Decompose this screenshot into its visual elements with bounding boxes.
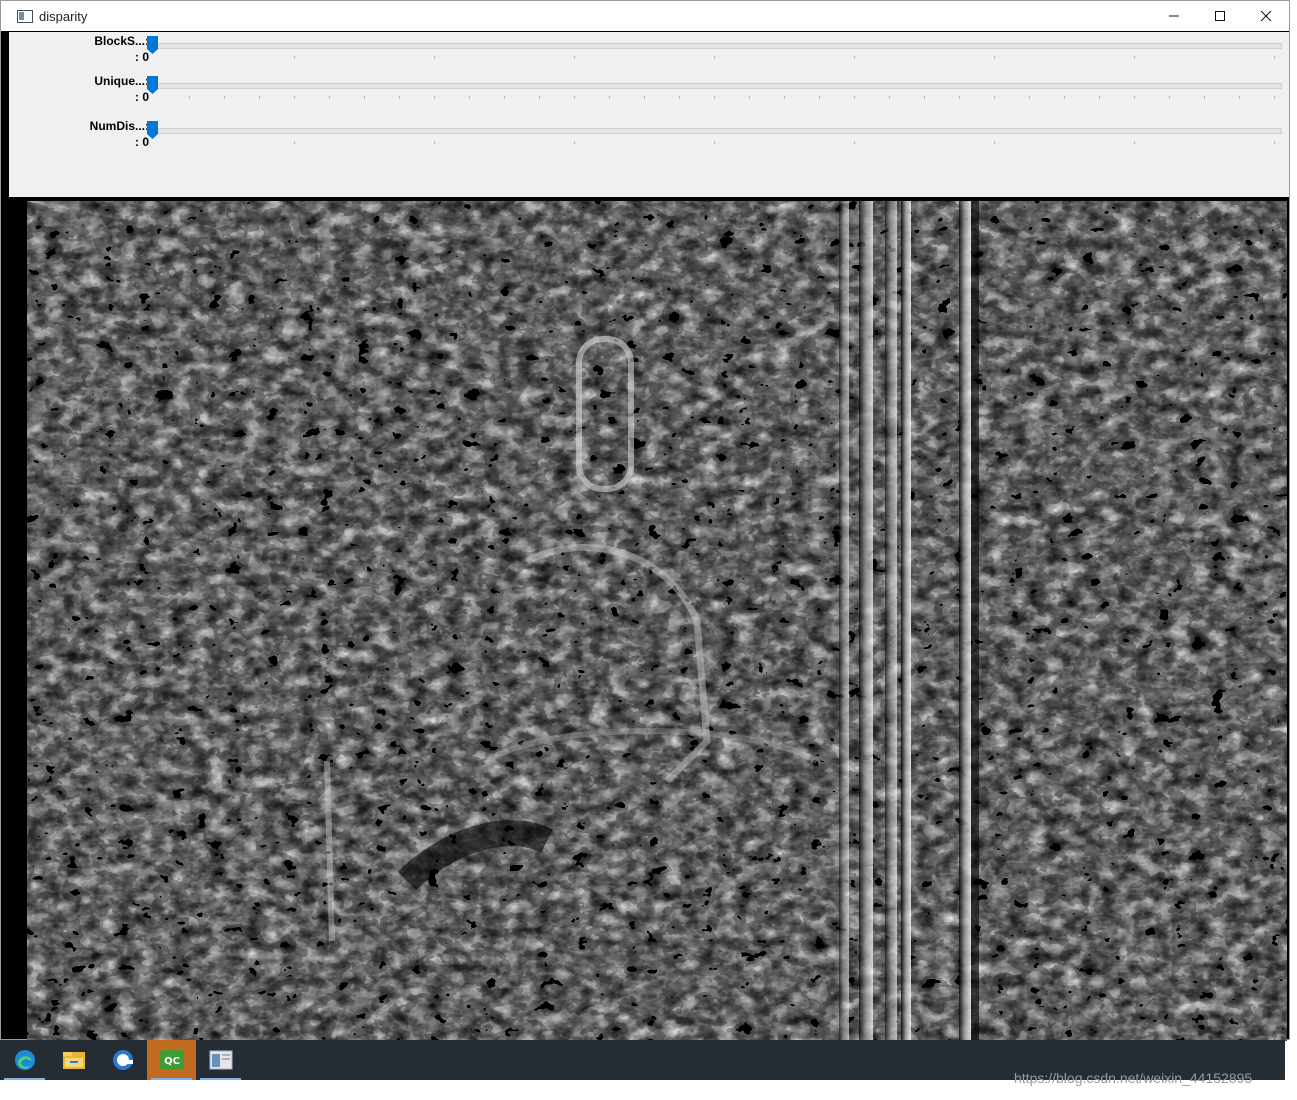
trackbar-tick xyxy=(1134,96,1135,99)
trackbar-tick xyxy=(574,141,575,144)
trackbar-tick xyxy=(189,96,190,99)
trackbar-tick xyxy=(539,96,540,99)
trackbar-tick xyxy=(574,96,575,99)
qt-creator-label: QC xyxy=(164,1056,180,1067)
trackbar-numdisparities: NumDis...: : 0 xyxy=(9,117,1289,153)
file-explorer-icon xyxy=(62,1052,85,1069)
taskbar-qtcreator-button[interactable]: QC xyxy=(147,1040,196,1080)
trackbar-tick xyxy=(749,96,750,99)
trackbar-track[interactable] xyxy=(154,83,1282,89)
trackbar-tick xyxy=(609,96,610,99)
window-controls xyxy=(1151,1,1289,31)
disparity-window: disparity BlockS...: : 0 Unique...: : 0 xyxy=(0,0,1290,1041)
qt-creator-icon: QC xyxy=(159,1050,184,1070)
trackbar-tick xyxy=(1274,141,1275,144)
trackbar-tick xyxy=(959,96,960,99)
trackbar-uniqueness: Unique...: : 0 xyxy=(9,72,1289,108)
trackbar-tick xyxy=(1029,96,1030,99)
trackbar-tick xyxy=(1064,96,1065,99)
minimize-icon xyxy=(1169,15,1179,17)
trackbar-tick xyxy=(819,96,820,99)
trackbar-tick xyxy=(784,96,785,99)
disparity-map-image xyxy=(27,201,1287,1041)
trackbar-ticks xyxy=(154,56,1280,60)
trackbar-tick xyxy=(1239,96,1240,99)
trackbar-tick xyxy=(364,96,365,99)
trackbar-tick xyxy=(644,96,645,99)
trackbar-tick xyxy=(994,141,995,144)
trackbar-track[interactable] xyxy=(154,128,1282,134)
trackbar-tick xyxy=(679,96,680,99)
maximize-button[interactable] xyxy=(1197,1,1243,31)
trackbar-tick xyxy=(574,56,575,59)
trackbar-tick xyxy=(294,141,295,144)
trackbar-tick xyxy=(854,141,855,144)
app-window-icon xyxy=(17,9,33,23)
trackbar-tick xyxy=(1134,56,1135,59)
trackbar-tick xyxy=(854,96,855,99)
minimize-button[interactable] xyxy=(1151,1,1197,31)
trackbar-tick xyxy=(889,96,890,99)
window-app-icon xyxy=(209,1050,232,1070)
trackbar-blocksize: BlockS...: : 0 xyxy=(9,32,1289,68)
trackbar-label: BlockS...: xyxy=(94,34,149,48)
trackbar-tick xyxy=(294,56,295,59)
trackbar-ticks xyxy=(154,141,1280,145)
close-button[interactable] xyxy=(1243,1,1289,31)
trackbar-tick xyxy=(1274,56,1275,59)
trackbar-tick xyxy=(714,96,715,99)
edge-beta-icon xyxy=(112,1050,133,1070)
trackbar-tick xyxy=(1099,96,1100,99)
trackbar-panel: BlockS...: : 0 Unique...: : 0 NumDis...:… xyxy=(9,32,1289,197)
disparity-image xyxy=(27,201,1287,1041)
trackbar-tick xyxy=(469,96,470,99)
trackbar-tick xyxy=(329,96,330,99)
trackbar-tick xyxy=(399,96,400,99)
trackbar-tick xyxy=(994,56,995,59)
maximize-icon xyxy=(1215,11,1225,21)
trackbar-tick xyxy=(259,96,260,99)
trackbar-tick xyxy=(1204,96,1205,99)
trackbar-tick xyxy=(714,56,715,59)
trackbar-handle[interactable] xyxy=(147,121,158,139)
trackbar-tick xyxy=(224,96,225,99)
trackbar-tick xyxy=(1134,141,1135,144)
taskbar-edge-button[interactable] xyxy=(0,1040,49,1080)
trackbar-tick xyxy=(504,96,505,99)
trackbar-tick xyxy=(294,96,295,99)
trackbar-tick xyxy=(434,141,435,144)
close-icon xyxy=(1260,10,1272,22)
taskbar-window-app-button[interactable] xyxy=(196,1040,245,1080)
trackbar-ticks xyxy=(154,96,1280,100)
trackbar-tick xyxy=(994,96,995,99)
trackbar-tick xyxy=(714,141,715,144)
trackbar-tick xyxy=(434,56,435,59)
edge-browser-icon xyxy=(14,1050,35,1070)
trackbar-handle[interactable] xyxy=(147,76,158,94)
window-title: disparity xyxy=(39,8,88,24)
trackbar-track[interactable] xyxy=(154,43,1282,49)
trackbar-tick xyxy=(434,96,435,99)
trackbar-label: NumDis...: xyxy=(89,119,149,133)
trackbar-tick xyxy=(1274,96,1275,99)
trackbar-handle[interactable] xyxy=(147,36,158,54)
trackbar-tick xyxy=(854,56,855,59)
title-bar[interactable]: disparity xyxy=(1,1,1289,31)
trackbar-tick xyxy=(924,96,925,99)
trackbar-label: Unique...: xyxy=(94,74,149,88)
taskbar-explorer-button[interactable] xyxy=(49,1040,98,1080)
watermark-url: https://blog.csdn.net/weixin_44152895 xyxy=(1014,1070,1253,1086)
trackbar-tick xyxy=(1169,96,1170,99)
taskbar-edge-beta-button[interactable] xyxy=(98,1040,147,1080)
